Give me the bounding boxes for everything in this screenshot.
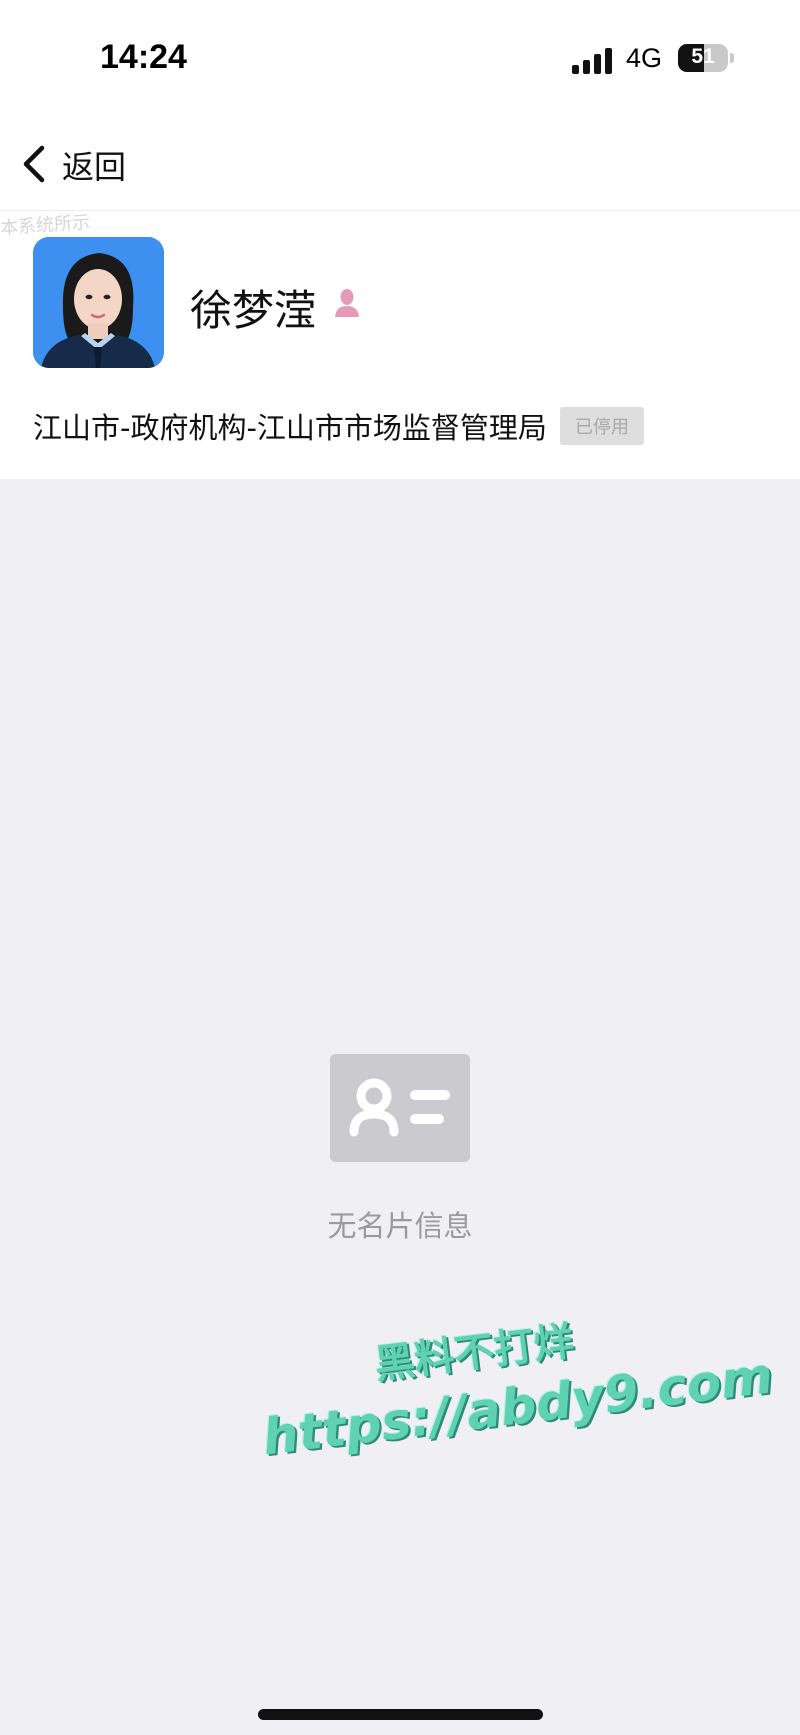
contact-card-icon bbox=[330, 1054, 470, 1162]
chevron-left-icon bbox=[23, 145, 45, 183]
organization-line: 江山市-政府机构-江山市市场监督管理局 已停用 bbox=[33, 405, 645, 445]
back-button[interactable]: 返回 bbox=[12, 140, 162, 186]
battery-icon: 51 bbox=[678, 44, 728, 72]
contact-name: 徐梦滢 bbox=[190, 286, 317, 335]
signal-icon bbox=[572, 46, 614, 74]
back-label: 返回 bbox=[62, 148, 127, 186]
status-bar: 14:24 4G 51 bbox=[0, 0, 800, 110]
avatar[interactable] bbox=[33, 237, 164, 368]
female-icon bbox=[335, 289, 359, 317]
status-badge: 已停用 bbox=[560, 407, 645, 445]
profile-card: 本系统所示 徐梦滢 江山市-政府机构-江山市市场监督管理局 已停用 bbox=[0, 211, 800, 479]
organization-path: 江山市-政府机构-江山市市场监督管理局 bbox=[33, 411, 547, 445]
ad-watermark: 黑料不打烊 https://abdy9.com bbox=[252, 1294, 776, 1506]
battery-tip bbox=[730, 53, 734, 63]
nav-bar: 返回 bbox=[0, 110, 800, 211]
avatar-portrait bbox=[33, 237, 164, 368]
faint-watermark: 本系统所示 bbox=[0, 211, 91, 240]
home-indicator[interactable] bbox=[258, 1709, 543, 1720]
empty-state-text: 无名片信息 bbox=[327, 1209, 473, 1243]
battery-level-text: 51 bbox=[691, 45, 715, 68]
status-time: 14:24 bbox=[100, 38, 187, 76]
network-type: 4G bbox=[626, 43, 663, 73]
